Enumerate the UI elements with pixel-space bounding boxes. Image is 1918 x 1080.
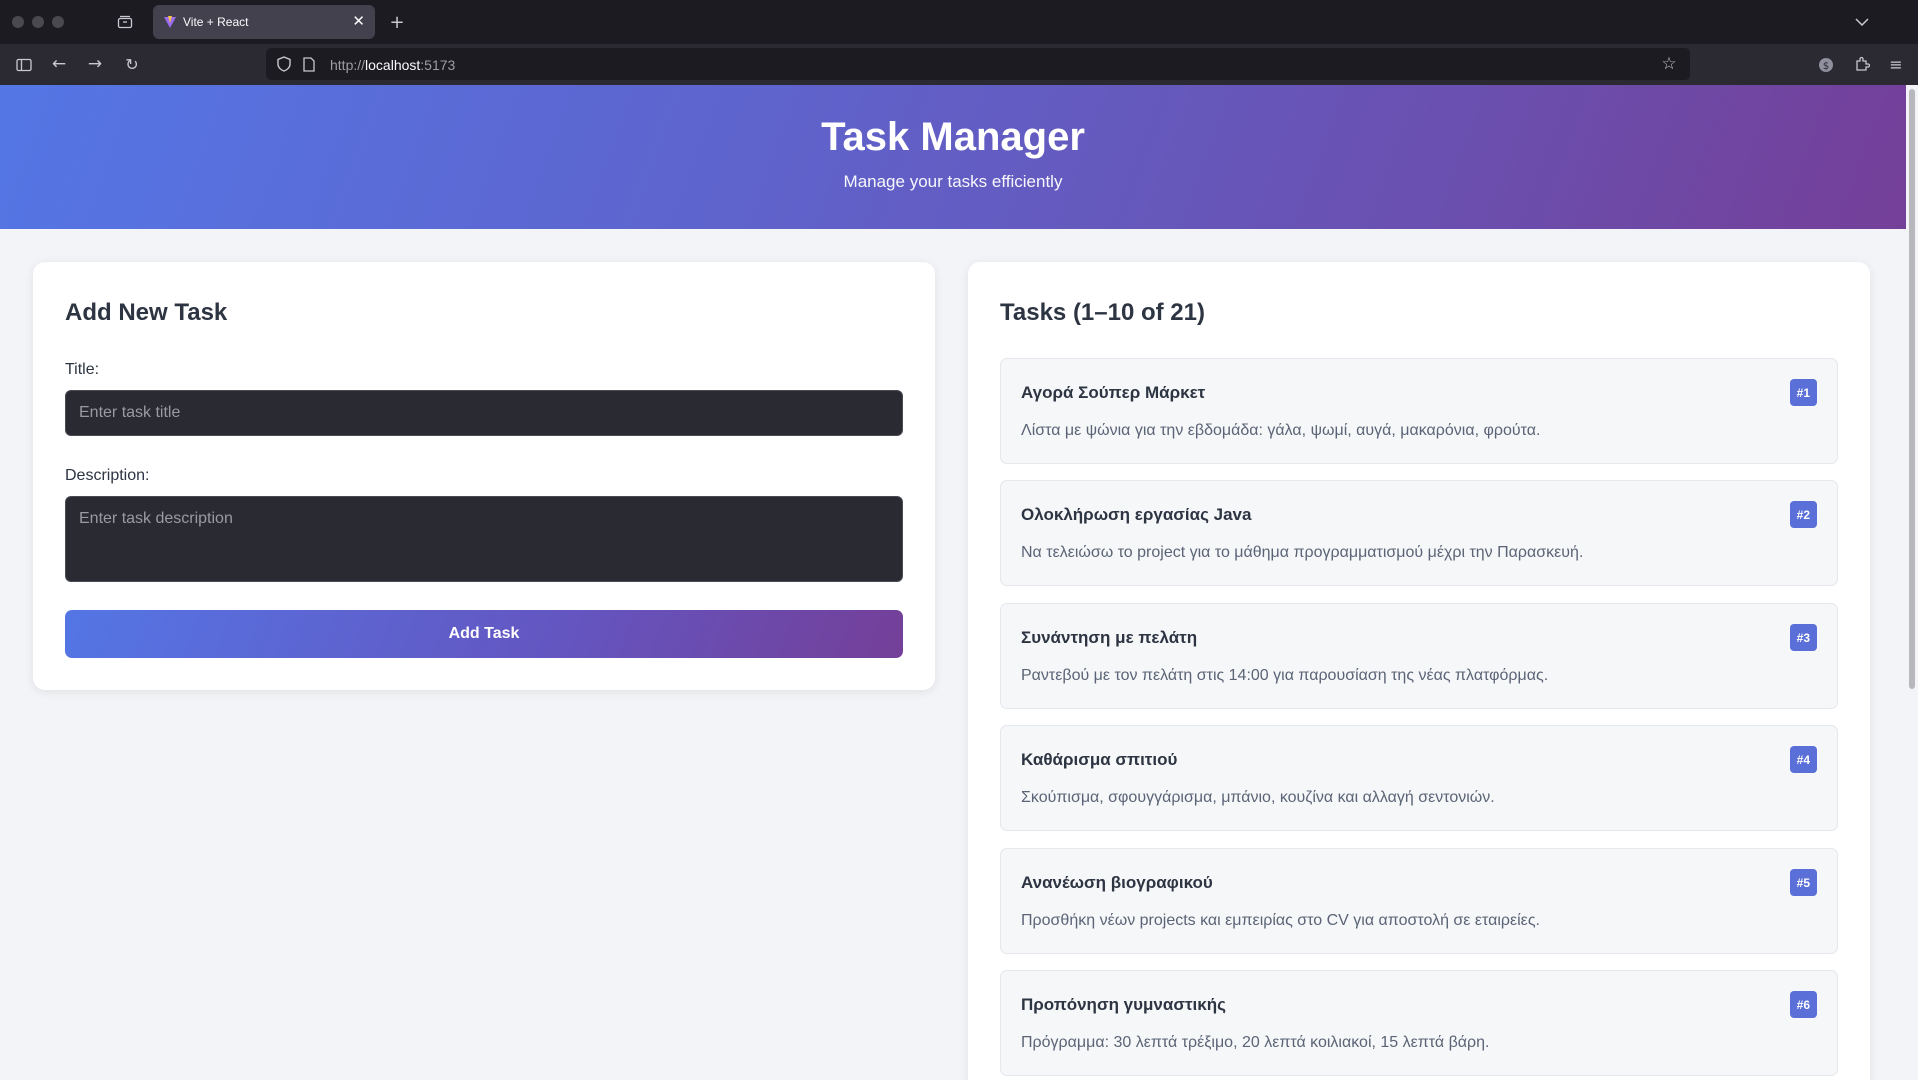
- tab-close-icon[interactable]: ✕: [352, 12, 365, 30]
- list-all-tabs-icon[interactable]: [1852, 12, 1872, 32]
- extensions-puzzle-icon[interactable]: [1853, 55, 1871, 73]
- task-item[interactable]: Καθάρισμα σπιτιού Σκούπισμα, σφουγγάρισμ…: [1000, 725, 1838, 831]
- task-item[interactable]: Αγορά Σούπερ Μάρκετ Λίστα με ψώνια για τ…: [1000, 358, 1838, 464]
- task-item[interactable]: Προπόνηση γυμναστικής Πρόγραμμα: 30 λεπτ…: [1000, 970, 1838, 1076]
- reload-icon[interactable]: ↻: [122, 54, 142, 74]
- task-id-badge: #1: [1789, 379, 1817, 406]
- window-zoom-dot[interactable]: [52, 16, 64, 28]
- task-description: Προσθήκη νέων projects και εμπειρίας στο…: [1021, 912, 1540, 929]
- task-description-textarea[interactable]: [65, 496, 903, 582]
- task-id-badge: #2: [1789, 501, 1817, 528]
- tasks-card: Tasks (1–10 of 21) Αγορά Σούπερ Μάρκετ Λ…: [968, 262, 1870, 1080]
- sidebar-toggle-icon[interactable]: [14, 55, 34, 75]
- window-minimize-dot[interactable]: [32, 16, 44, 28]
- task-id-badge: #6: [1789, 991, 1817, 1018]
- task-item[interactable]: Συνάντηση με πελάτη Ραντεβού με τον πελά…: [1000, 603, 1838, 709]
- app-header: Task Manager Manage your tasks efficient…: [0, 85, 1906, 229]
- tab-title: Vite + React: [183, 15, 249, 29]
- svg-text:$: $: [1823, 61, 1829, 72]
- address-bar[interactable]: http://localhost:5173 ☆: [266, 48, 1690, 80]
- page-subtitle: Manage your tasks efficiently: [843, 172, 1063, 191]
- task-id-badge: #4: [1789, 746, 1817, 773]
- task-description: Ραντεβού με τον πελάτη στις 14:00 για πα…: [1021, 667, 1549, 684]
- browser-tab-active[interactable]: Vite + React ✕: [153, 5, 375, 39]
- task-title: Ολοκλήρωση εργασίας Java: [1021, 505, 1252, 524]
- task-item[interactable]: Ανανέωση βιογραφικού Προσθήκη νέων proje…: [1000, 848, 1838, 954]
- page-info-icon[interactable]: [302, 56, 316, 72]
- page-title: Task Manager: [821, 115, 1085, 159]
- task-item[interactable]: Ολοκλήρωση εργασίας Java Να τελειώσω το …: [1000, 480, 1838, 586]
- menu-hamburger-icon[interactable]: ≡: [1887, 55, 1905, 74]
- title-label: Title:: [65, 361, 100, 378]
- task-description: Πρόγραμμα: 30 λεπτά τρέξιμο, 20 λεπτά κο…: [1021, 1034, 1490, 1051]
- task-title: Αγορά Σούπερ Μάρκετ: [1021, 383, 1206, 402]
- forward-arrow-icon[interactable]: →: [85, 54, 105, 74]
- add-task-card: Add New Task Title: Description: Add Tas…: [33, 262, 935, 690]
- new-tab-icon[interactable]: +: [388, 12, 406, 33]
- task-title: Συνάντηση με πελάτη: [1021, 628, 1198, 647]
- back-arrow-icon[interactable]: ←: [49, 54, 69, 74]
- browser-tab-bar: Vite + React ✕ +: [0, 0, 1918, 44]
- url-text[interactable]: http://localhost:5173: [330, 57, 455, 73]
- add-task-heading: Add New Task: [65, 299, 228, 326]
- bookmark-star-icon[interactable]: ☆: [1660, 54, 1678, 74]
- window-close-dot[interactable]: [12, 16, 24, 28]
- tab-overview-icon[interactable]: [115, 13, 135, 31]
- scrollbar-thumb[interactable]: [1909, 89, 1915, 689]
- task-description: Να τελειώσω το project για το μάθημα προ…: [1021, 544, 1584, 561]
- task-id-badge: #3: [1789, 624, 1817, 651]
- page-viewport: Task Manager Manage your tasks efficient…: [0, 85, 1906, 1080]
- add-task-button[interactable]: Add Task: [65, 610, 903, 658]
- task-id-badge: #5: [1789, 869, 1817, 896]
- vite-logo-icon: [163, 15, 177, 29]
- tasks-heading: Tasks (1–10 of 21): [1000, 299, 1205, 326]
- task-title: Ανανέωση βιογραφικού: [1021, 873, 1213, 892]
- task-title: Καθάρισμα σπιτιού: [1021, 750, 1178, 769]
- task-title-input[interactable]: [65, 390, 903, 436]
- browser-nav-bar: ← → ↻ http://localhost:5173 ☆ $ ≡: [0, 44, 1918, 85]
- task-description: Λίστα με ψώνια για την εβδομάδα: γάλα, ψ…: [1021, 422, 1541, 439]
- description-label: Description:: [65, 467, 150, 484]
- task-description: Σκούπισμα, σφουγγάρισμα, μπάνιο, κουζίνα…: [1021, 789, 1495, 806]
- account-icon[interactable]: $: [1817, 56, 1835, 74]
- shield-icon[interactable]: [276, 56, 292, 72]
- task-title: Προπόνηση γυμναστικής: [1021, 995, 1226, 1014]
- page-scrollbar[interactable]: [1906, 85, 1918, 1080]
